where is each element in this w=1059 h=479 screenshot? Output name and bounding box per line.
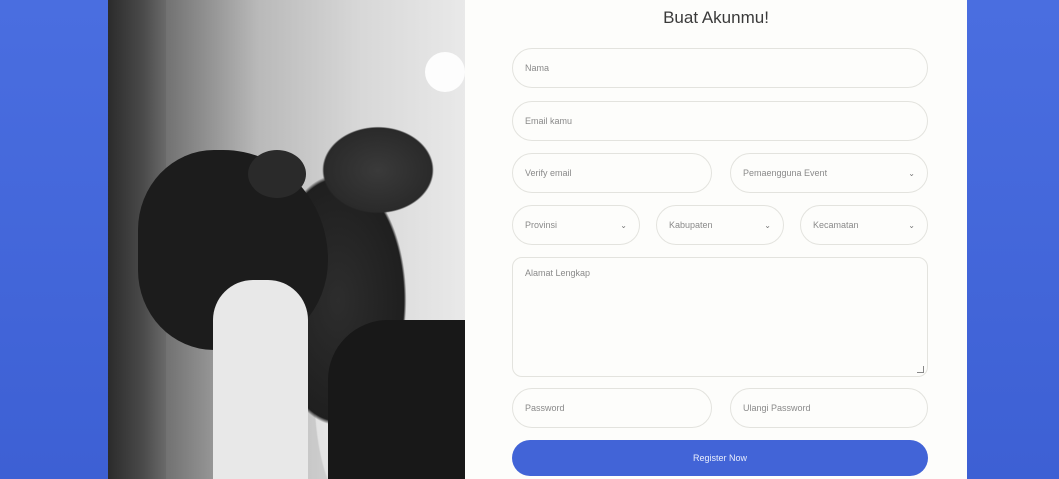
district-select-label: Kecamatan bbox=[813, 220, 859, 230]
gender-select-label: Pemaengguna Event bbox=[743, 168, 828, 178]
background-right bbox=[967, 0, 1059, 479]
gender-select[interactable]: Pemaengguna Event ⌄ bbox=[730, 153, 928, 193]
page-title: Buat Akunmu! bbox=[663, 8, 769, 27]
district-select[interactable]: Kecamatan ⌄ bbox=[800, 205, 928, 245]
register-button[interactable]: Register Now bbox=[512, 440, 928, 476]
chevron-down-icon: ⌄ bbox=[908, 220, 915, 230]
repeat-password-placeholder: Ulangi Password bbox=[743, 403, 811, 413]
register-button-label: Register Now bbox=[692, 453, 748, 463]
name-placeholder: Nama bbox=[525, 63, 550, 73]
register-card: Buat Akunmu! Nama Email kamu Verify emai… bbox=[108, 0, 967, 479]
name-input[interactable]: Nama bbox=[512, 48, 928, 88]
photo-wrist bbox=[213, 280, 308, 479]
verify-email-placeholder: Verify email bbox=[525, 168, 572, 178]
photo-notch bbox=[425, 52, 465, 92]
hero-photo bbox=[108, 0, 465, 479]
province-select-label: Provinsi bbox=[525, 220, 558, 230]
regency-select[interactable]: Kabupaten ⌄ bbox=[656, 205, 784, 245]
regency-select-label: Kabupaten bbox=[669, 220, 713, 230]
verify-email-input[interactable]: Verify email bbox=[512, 153, 712, 193]
address-textarea[interactable]: Alamat Lengkap bbox=[512, 257, 928, 377]
chevron-down-icon: ⌄ bbox=[764, 220, 771, 230]
chevron-down-icon: ⌄ bbox=[908, 168, 915, 178]
photo-sleeve bbox=[328, 320, 465, 479]
background-left bbox=[0, 0, 108, 479]
address-placeholder: Alamat Lengkap bbox=[525, 268, 591, 278]
repeat-password-input[interactable]: Ulangi Password bbox=[730, 388, 928, 428]
province-select[interactable]: Provinsi ⌄ bbox=[512, 205, 640, 245]
email-placeholder: Email kamu bbox=[525, 116, 573, 126]
password-input[interactable]: Password bbox=[512, 388, 712, 428]
photo-thumb bbox=[248, 150, 306, 198]
email-input[interactable]: Email kamu bbox=[512, 101, 928, 141]
chevron-down-icon: ⌄ bbox=[620, 220, 627, 230]
password-placeholder: Password bbox=[525, 403, 565, 413]
resize-handle-icon[interactable] bbox=[917, 366, 924, 373]
